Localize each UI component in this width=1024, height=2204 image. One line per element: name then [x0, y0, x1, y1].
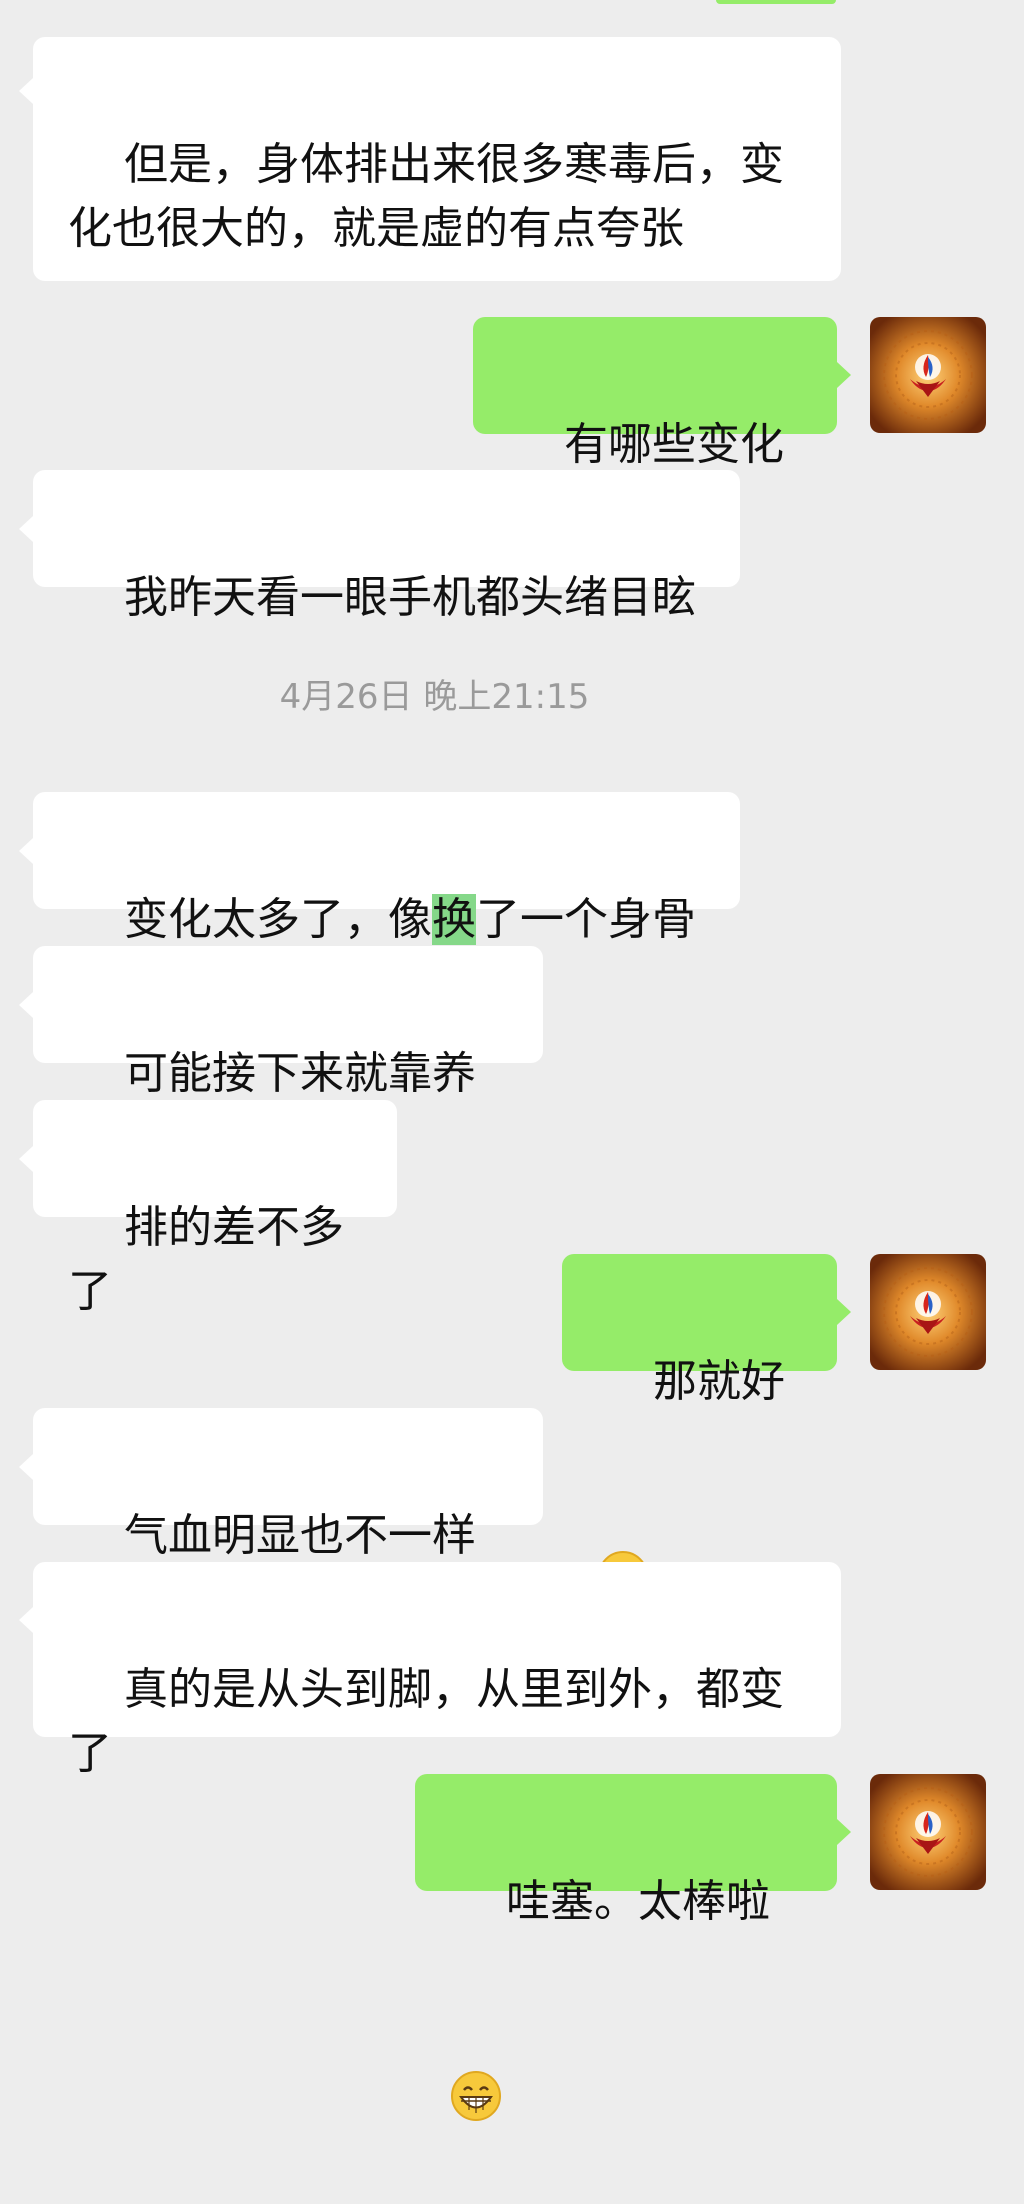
bubble-tail [837, 1299, 851, 1325]
message-text: 变化太多了，像 [123, 894, 432, 945]
message-text: 我昨天看一眼手机都头绪目眩 [123, 572, 696, 623]
message-bubble[interactable]: 那就好 [562, 1254, 837, 1601]
bubble-tail [19, 1454, 33, 1480]
message-text: 真的是从头到脚，从里到外，都变了 [68, 1664, 784, 1779]
grinning-face-icon [450, 1942, 502, 2121]
message-bubble[interactable]: 真的是从头到脚，从里到外，都变了 [33, 1562, 841, 1779]
message-bubble[interactable]: 我昨天看一眼手机都头绪目眩 [33, 470, 740, 623]
bubble-tail [19, 516, 33, 542]
lotus-flame-icon [870, 1254, 986, 1370]
grinning-face-icon [597, 1422, 649, 1601]
message-bubble[interactable]: 但是，身体排出来很多寒毒后，变化也很大的，就是虚的有点夸张 [33, 37, 841, 384]
message-text: 那就好 [652, 1356, 785, 1407]
message-text: 排的差不多了 [68, 1202, 344, 1317]
bubble-tail [19, 78, 33, 104]
user-avatar[interactable] [870, 1774, 986, 1890]
message-text: 了一个身骨 [475, 894, 696, 945]
user-avatar[interactable] [870, 1254, 986, 1370]
bubble-tail [19, 1146, 33, 1172]
message-text: 哇塞。太棒啦 [505, 1876, 770, 1927]
message-bubble[interactable]: 变化太多了，像换了一个身骨 [33, 792, 740, 945]
message-bubble[interactable]: 可能接下来就靠养了 [33, 946, 543, 1163]
lotus-flame-icon [870, 1774, 986, 1890]
message-bubble[interactable]: 气血明显也不一样了 [33, 1408, 543, 1625]
bubble-tail [19, 992, 33, 1018]
highlighted-character: 换 [431, 894, 476, 945]
bubble-tail [837, 1819, 851, 1845]
message-bubble[interactable]: 排的差不多了 [33, 1100, 397, 1317]
message-bubble[interactable]: 哇塞。太棒啦 [415, 1774, 837, 2121]
thinking-face-icon [736, 205, 788, 384]
lotus-flame-icon [870, 317, 986, 433]
message-bubble[interactable]: 有哪些变化啊 [473, 317, 837, 534]
message-text: 但是，身体排出来很多寒毒后，变化也很大的，就是虚的有点夸张 [68, 139, 784, 254]
bubble-tail [19, 1607, 33, 1633]
bubble-tail [19, 838, 33, 864]
user-avatar[interactable] [870, 317, 986, 433]
bubble-tail [837, 362, 851, 388]
previous-outgoing-bubble-edge [716, 0, 836, 4]
chat-timestamp: 4月26日 晚上21:15 [279, 677, 590, 717]
thinking-face-icon [684, 205, 736, 384]
